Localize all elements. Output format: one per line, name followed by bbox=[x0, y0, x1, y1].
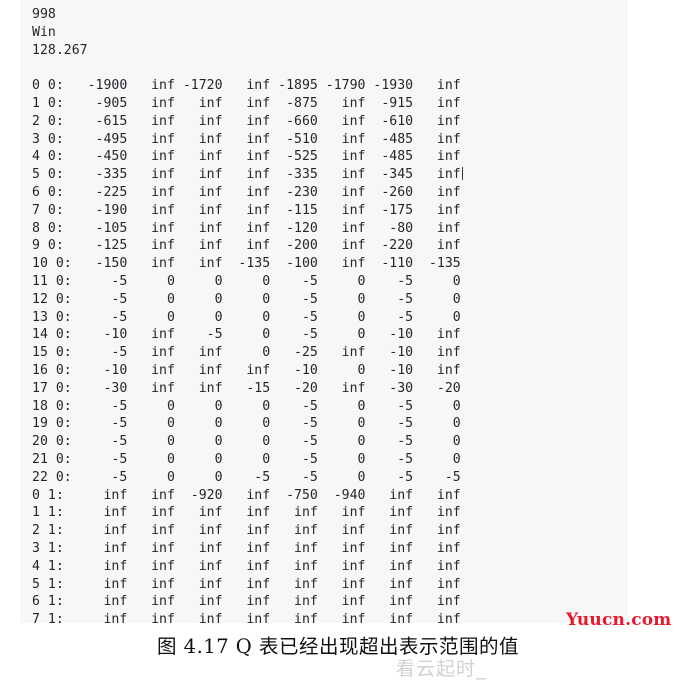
console-row-2-1-: 2 1: inf inf inf inf inf inf inf inf bbox=[32, 523, 461, 539]
console-row-14-0-: 14 0: -10 inf -5 0 -5 0 -10 inf bbox=[32, 327, 461, 343]
console-row-0-1-: 0 1: inf inf -920 inf -750 -940 inf inf bbox=[32, 487, 461, 503]
console-row-10-0-: 10 0: -150 inf inf -135 -100 inf -110 -1… bbox=[32, 256, 461, 272]
console-row-4-0-: 4 0: -450 inf inf inf -525 inf -485 inf bbox=[32, 149, 461, 165]
console-row-8-0-: 8 0: -105 inf inf inf -120 inf -80 inf bbox=[32, 220, 461, 236]
console-row-2-0-: 2 0: -615 inf inf inf -660 inf -610 inf bbox=[32, 113, 461, 129]
console-row-15-0-: 15 0: -5 inf inf 0 -25 inf -10 inf bbox=[32, 345, 461, 361]
console-row-22-0-: 22 0: -5 0 0 -5 -5 0 -5 -5 bbox=[32, 469, 461, 485]
console-row-18-0-: 18 0: -5 0 0 0 -5 0 -5 0 bbox=[32, 398, 461, 414]
site-logo: Yuucn.com bbox=[566, 610, 672, 630]
console-row-5-1-: 5 1: inf inf inf inf inf inf inf inf bbox=[32, 576, 461, 592]
console-row-21-0-: 21 0: -5 0 0 0 -5 0 -5 0 bbox=[32, 451, 461, 467]
console-row-5-0-: 5 0: -335 inf inf inf -335 inf -345 inf bbox=[32, 167, 463, 183]
console-row-0-0-: 0 0: -1900 inf -1720 inf -1895 -1790 -19… bbox=[32, 78, 461, 94]
console-row-17-0-: 17 0: -30 inf inf -15 -20 inf -30 -20 bbox=[32, 380, 461, 396]
console-row-3-1-: 3 1: inf inf inf inf inf inf inf inf bbox=[32, 540, 461, 556]
console-row-6-1-: 6 1: inf inf inf inf inf inf inf inf bbox=[32, 594, 461, 610]
console-row-3-0-: 3 0: -495 inf inf inf -510 inf -485 inf bbox=[32, 131, 461, 147]
console-row-7-1-: 7 1: inf inf inf inf inf inf inf inf bbox=[32, 612, 461, 623]
console-row-11-0-: 11 0: -5 0 0 0 -5 0 -5 0 bbox=[32, 273, 461, 289]
console-row-1-1-: 1 1: inf inf inf inf inf inf inf inf bbox=[32, 505, 461, 521]
text-cursor bbox=[461, 167, 463, 181]
console-row-1-0-: 1 0: -905 inf inf inf -875 inf -915 inf bbox=[32, 95, 461, 111]
console-row-7-0-: 7 0: -190 inf inf inf -115 inf -175 inf bbox=[32, 202, 461, 218]
console-row-9-0-: 9 0: -125 inf inf inf -200 inf -220 inf bbox=[32, 238, 461, 254]
console-row-13-0-: 13 0: -5 0 0 0 -5 0 -5 0 bbox=[32, 309, 461, 325]
console-header-line-0: 998 bbox=[32, 7, 56, 22]
console-header-line-2: 128.267 bbox=[32, 42, 88, 58]
figure-caption: 图 4.17 Q 表已经出现超出表示范围的值 bbox=[156, 635, 519, 658]
console-text-body: 998 Win 128.267 0 0: -1900 inf -1720 inf -1… bbox=[32, 6, 463, 623]
console-header-line-1: Win bbox=[32, 24, 56, 40]
console-row-12-0-: 12 0: -5 0 0 0 -5 0 -5 0 bbox=[32, 291, 461, 307]
console-row-6-0-: 6 0: -225 inf inf inf -230 inf -260 inf bbox=[32, 184, 461, 200]
console-output-panel[interactable]: 998 Win 128.267 0 0: -1900 inf -1720 inf -1… bbox=[20, 0, 628, 623]
console-row-20-0-: 20 0: -5 0 0 0 -5 0 -5 0 bbox=[32, 434, 461, 450]
console-row-16-0-: 16 0: -10 inf inf inf -10 0 -10 inf bbox=[32, 362, 461, 378]
console-row-4-1-: 4 1: inf inf inf inf inf inf inf inf bbox=[32, 558, 461, 574]
console-row-19-0-: 19 0: -5 0 0 0 -5 0 -5 0 bbox=[32, 416, 461, 432]
